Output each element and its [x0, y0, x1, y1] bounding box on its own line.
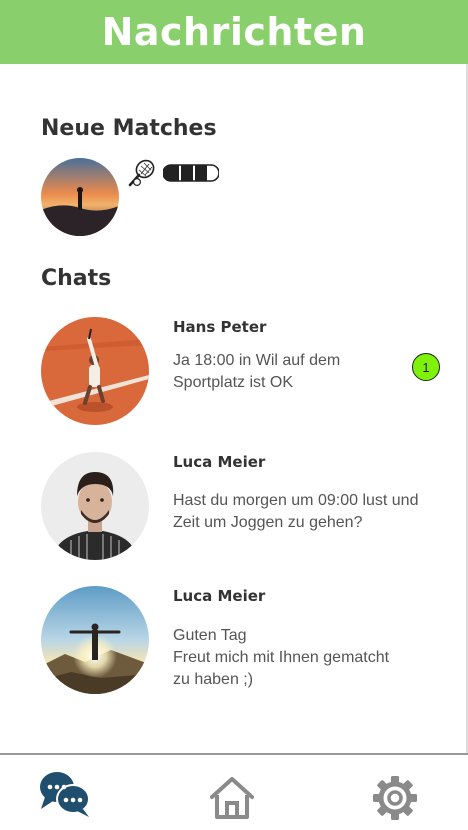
home-icon [210, 777, 254, 819]
chat-message[interactable]: Hast du morgen um 09:00 lust und Zeit um… [173, 490, 443, 534]
chat-avatar[interactable] [41, 586, 149, 694]
chats-heading: Chats [41, 266, 112, 291]
match-photo [41, 158, 119, 236]
chat-name[interactable]: Hans Peter [173, 318, 266, 336]
chat-avatar[interactable] [41, 317, 149, 425]
nav-settings-button[interactable] [372, 775, 418, 826]
new-matches-heading: Neue Matches [41, 116, 217, 141]
chat-message[interactable]: Ja 18:00 in Wil auf dem Sportplatz ist O… [173, 350, 443, 394]
chat-photo [41, 452, 149, 560]
gear-icon [373, 776, 417, 820]
match-avatar[interactable] [41, 158, 119, 236]
page-title: Nachrichten [101, 10, 367, 54]
chat-message[interactable]: Guten Tag Freut mich mit Ihnen gematcht … [173, 625, 443, 691]
chat-bubbles-icon [40, 772, 90, 817]
nav-chats-button[interactable] [39, 769, 91, 824]
chat-photo [41, 317, 149, 425]
match-info [127, 158, 219, 188]
nav-home-button[interactable] [208, 775, 256, 824]
unread-badge: 1 [412, 353, 440, 381]
chat-name[interactable]: Luca Meier [173, 453, 265, 471]
chat-photo [41, 586, 149, 694]
bottom-navigation [0, 753, 468, 830]
tennis-racket-icon [128, 159, 155, 187]
level-bar-icon [163, 164, 219, 182]
app-header: Nachrichten [0, 0, 468, 64]
chat-avatar[interactable] [41, 452, 149, 560]
chat-name[interactable]: Luca Meier [173, 587, 265, 605]
